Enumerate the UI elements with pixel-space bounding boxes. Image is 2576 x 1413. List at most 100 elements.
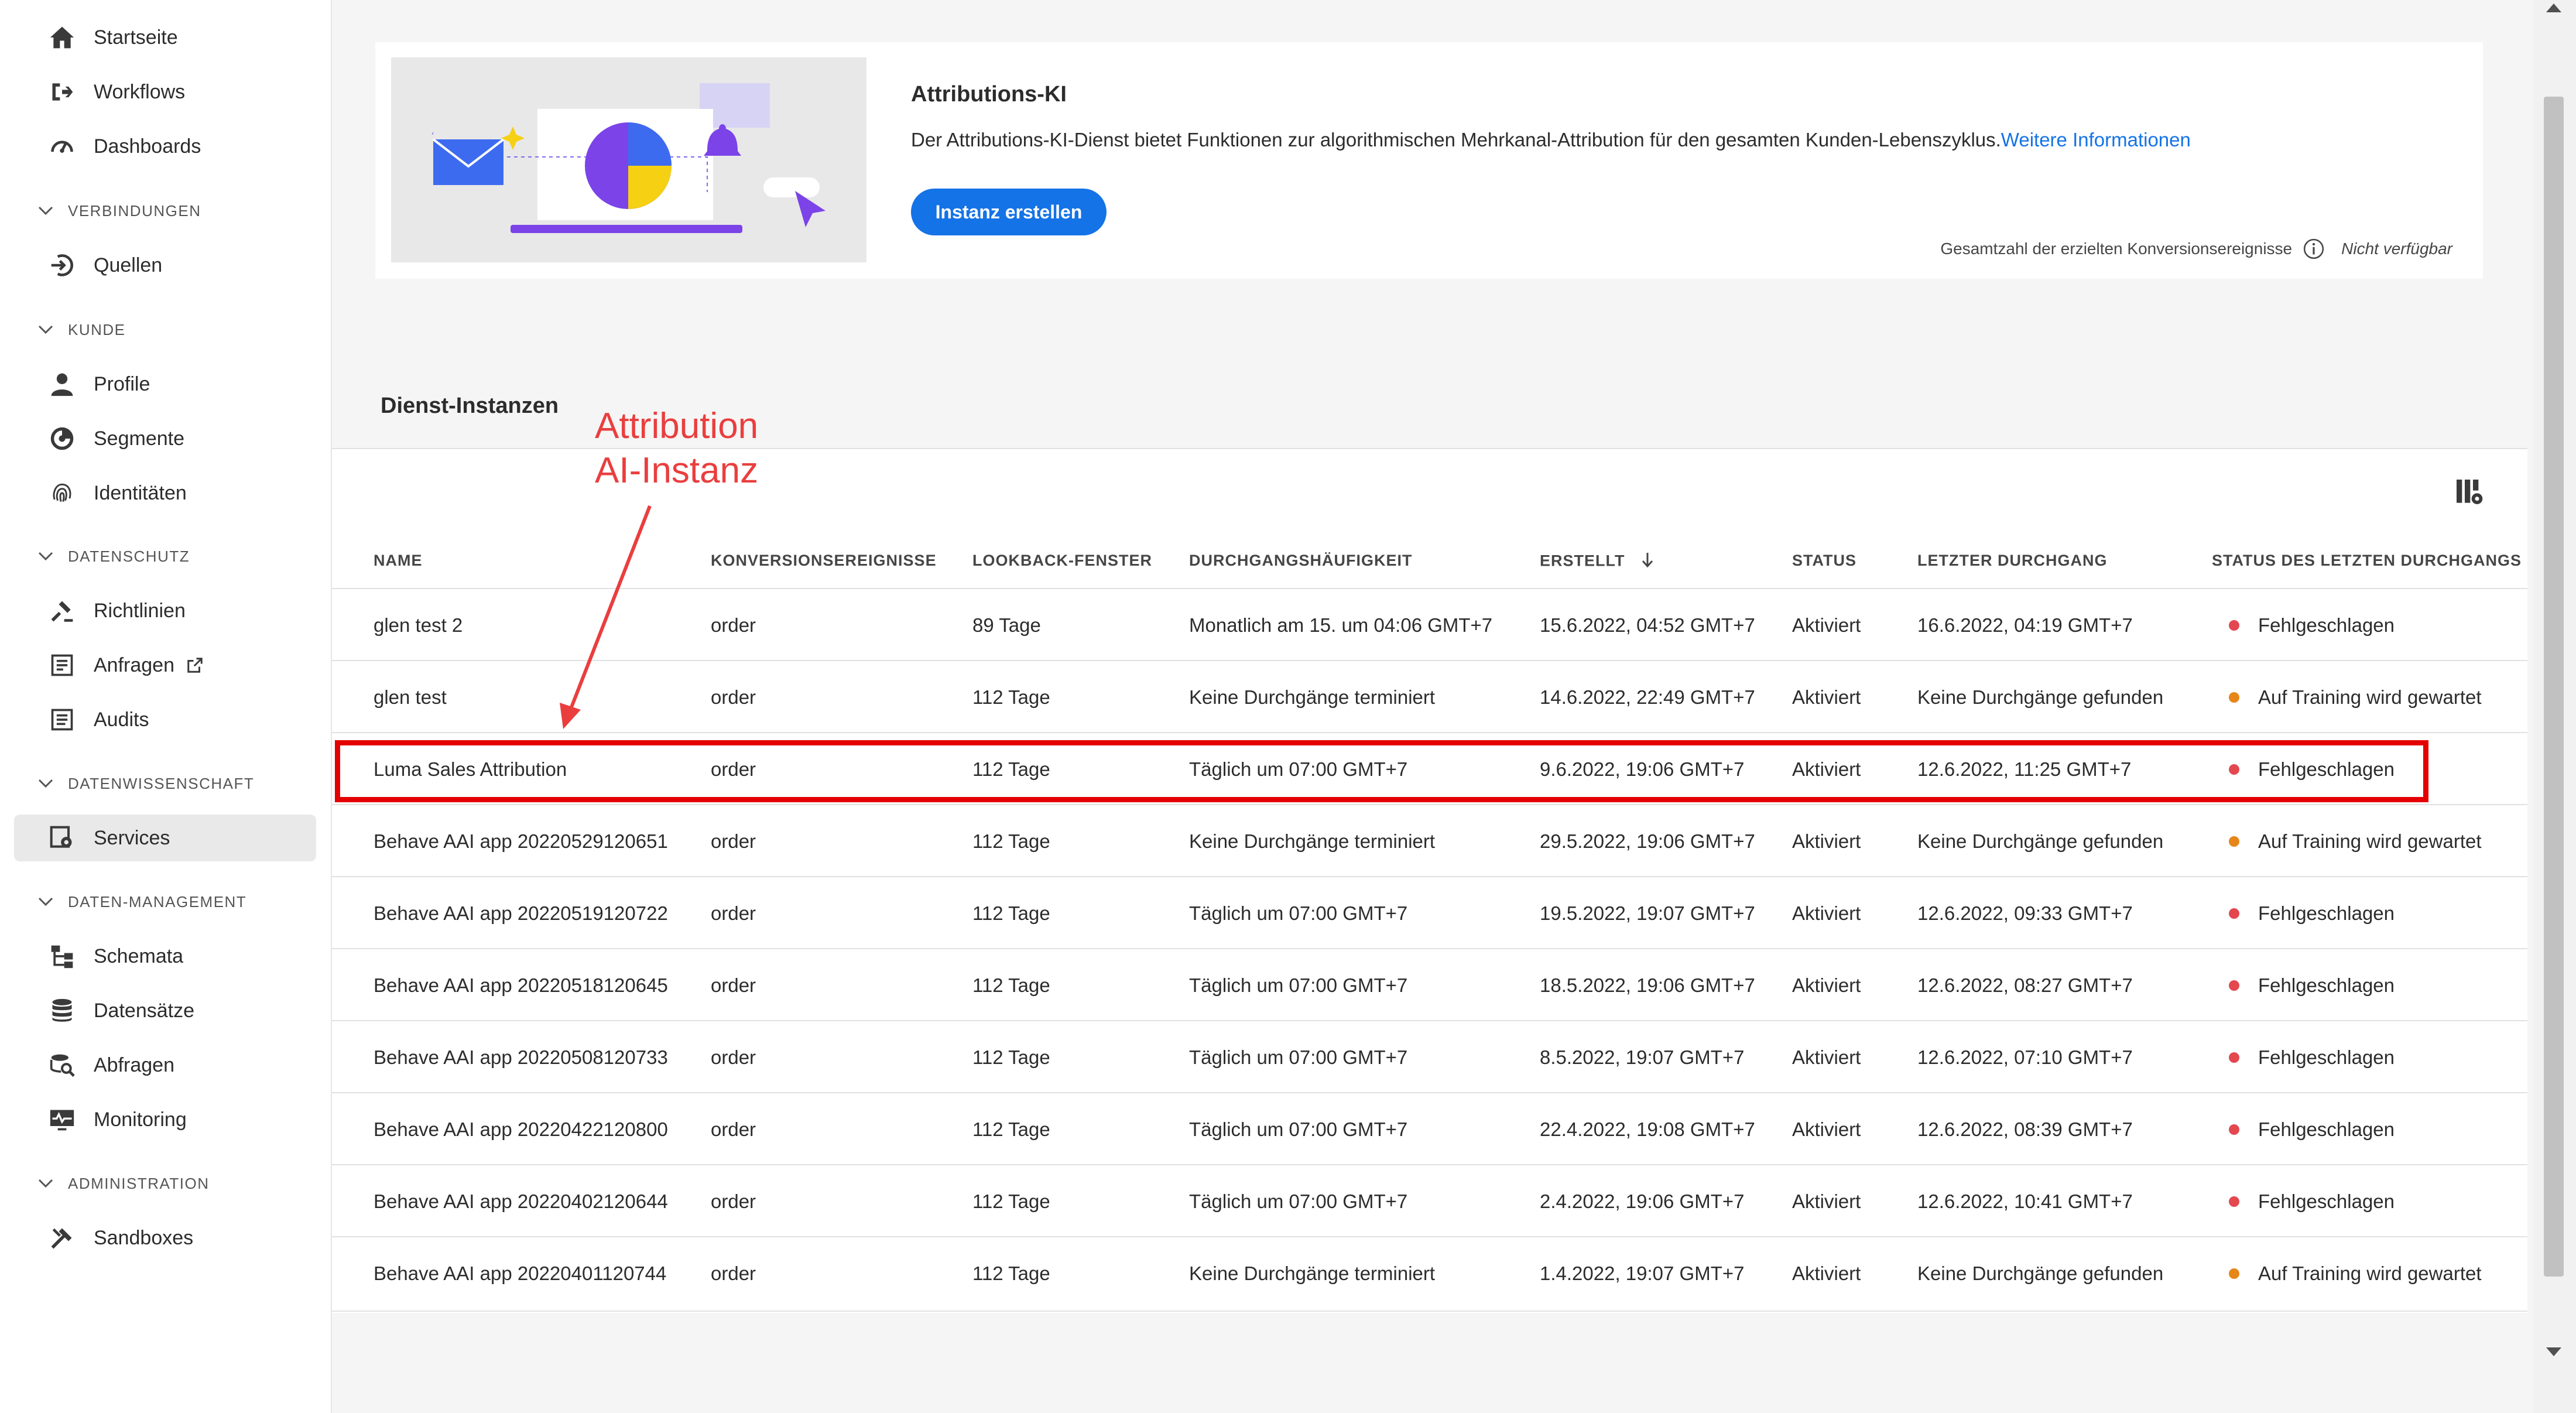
cell-lookback-text: 112 Tage <box>972 902 1050 924</box>
sidebar-item-schemata[interactable]: Schemata <box>14 933 316 980</box>
cell-created-text: 2.4.2022, 19:06 GMT+7 <box>1540 1190 1745 1212</box>
table-row[interactable]: Behave AAI app 20220529120651 order 112 Ta… <box>332 804 2527 877</box>
column-header-frequency[interactable]: DURCHGANGSHÄUFIGKEIT <box>1189 552 1413 570</box>
info-icon[interactable] <box>2303 238 2325 260</box>
table-row[interactable]: Behave AAI app 20220519120722 order 112 Ta… <box>332 876 2527 949</box>
column-header-last-run-status[interactable]: STATUS DES LETZTEN DURCHGANGS <box>2212 552 2522 570</box>
learn-more-link[interactable]: Weitere Informationen <box>2001 129 2191 150</box>
cell-name[interactable]: Behave AAI app 20220422120800 <box>374 1093 668 1165</box>
services-icon <box>47 823 77 853</box>
cell-last-run-status-text: Fehlgeschlagen <box>2258 1046 2395 1068</box>
sidebar-item-anfragen[interactable]: Anfragen <box>14 642 316 689</box>
chevron-down-icon <box>35 1173 56 1194</box>
cell-name-text: Behave AAI app 20220519120722 <box>374 902 668 924</box>
cell-frequency-text: Monatlich am 15. um 04:06 GMT+7 <box>1189 614 1493 636</box>
cell-name[interactable]: Behave AAI app 20220519120722 <box>374 877 668 949</box>
column-settings-icon[interactable] <box>2452 475 2485 508</box>
cell-name[interactable]: Behave AAI app 20220401120744 <box>374 1237 666 1309</box>
sidebar-item-label: Workflows <box>94 80 186 103</box>
column-header-last-run[interactable]: LETZTER DURCHGANG <box>1917 552 2107 570</box>
sidebar-item-dashboards[interactable]: Dashboards <box>14 123 316 170</box>
cell-created-text: 1.4.2022, 19:07 GMT+7 <box>1540 1262 1745 1284</box>
column-header-created[interactable]: ERSTELLT <box>1540 552 1654 572</box>
table-row[interactable]: Behave AAI app 20220508120733 order 112 Ta… <box>332 1020 2527 1093</box>
table-row[interactable]: Behave AAI app 20220402120644 order 112 Ta… <box>332 1164 2527 1237</box>
section-daten-management[interactable]: DATEN-MANAGEMENT <box>35 887 246 916</box>
chevron-down-icon <box>35 773 56 794</box>
cell-last-run-text: 12.6.2022, 08:27 GMT+7 <box>1917 974 2133 996</box>
section-datenschutz[interactable]: DATENSCHUTZ <box>35 542 190 571</box>
cell-last-run-status: Fehlgeschlagen <box>2229 949 2395 1021</box>
cell-last-run: 16.6.2022, 04:19 GMT+7 <box>1917 589 2133 661</box>
create-instance-button[interactable]: Instanz erstellen <box>911 189 1107 235</box>
table-row[interactable]: Behave AAI app 20220401120744 order 112 Ta… <box>332 1236 2527 1309</box>
table-row[interactable]: Behave AAI app 20220422120800 order 112 Ta… <box>332 1092 2527 1165</box>
cell-frequency: Keine Durchgänge terminiert <box>1189 1237 1435 1309</box>
sidebar-item-quellen[interactable]: Quellen <box>14 242 316 289</box>
cell-name[interactable]: Behave AAI app 20220518120645 <box>374 949 668 1021</box>
sidebar-item-identitaeten[interactable]: Identitäten <box>14 470 316 516</box>
status-dot-icon <box>2229 836 2239 847</box>
section-datenwissenschaft[interactable]: DATENWISSENSCHAFT <box>35 769 254 798</box>
table-row[interactable]: Behave AAI app 20220518120645 order 112 Ta… <box>332 948 2527 1021</box>
scrollbar[interactable] <box>2533 0 2576 1413</box>
cell-frequency-text: Täglich um 07:00 GMT+7 <box>1189 974 1408 996</box>
sidebar-item-label: Audits <box>94 708 149 731</box>
scroll-thumb[interactable] <box>2544 97 2564 1277</box>
sidebar-item-segmente[interactable]: Segmente <box>14 415 316 462</box>
sidebar-item-datensaetze[interactable]: Datensätze <box>14 987 316 1034</box>
cell-conversion-text: order <box>711 830 756 852</box>
cell-frequency: Keine Durchgänge terminiert <box>1189 661 1435 733</box>
sidebar-item-label: Startseite <box>94 26 178 49</box>
status-dot-icon <box>2229 1052 2239 1063</box>
cell-last-run-text: 16.6.2022, 04:19 GMT+7 <box>1917 614 2133 636</box>
section-administration[interactable]: ADMINISTRATION <box>35 1169 210 1198</box>
sidebar-item-label: Richtlinien <box>94 599 186 622</box>
sidebar-item-audits[interactable]: Audits <box>14 696 316 743</box>
cell-name[interactable]: glen test 2 <box>374 589 463 661</box>
sidebar-item-profile[interactable]: Profile <box>14 361 316 408</box>
cell-last-run-text: 12.6.2022, 09:33 GMT+7 <box>1917 902 2133 924</box>
cell-name[interactable]: Behave AAI app 20220529120651 <box>374 805 668 877</box>
cell-created-text: 19.5.2022, 19:07 GMT+7 <box>1540 902 1755 924</box>
column-header-label: ERSTELLT <box>1540 552 1625 570</box>
cell-status: Aktiviert <box>1792 1237 1861 1309</box>
column-header-name[interactable]: NAME <box>374 552 423 570</box>
cell-created: 29.5.2022, 19:06 GMT+7 <box>1540 805 1755 877</box>
sidebar-item-label: Identitäten <box>94 481 187 504</box>
cell-name-text: Behave AAI app 20220529120651 <box>374 830 668 852</box>
sidebar-item-workflows[interactable]: Workflows <box>14 69 316 115</box>
cell-created: 22.4.2022, 19:08 GMT+7 <box>1540 1093 1755 1165</box>
cell-created: 8.5.2022, 19:07 GMT+7 <box>1540 1021 1744 1093</box>
cell-last-run: 12.6.2022, 10:41 GMT+7 <box>1917 1165 2133 1237</box>
cell-created-text: 18.5.2022, 19:06 GMT+7 <box>1540 974 1755 996</box>
table-row[interactable]: glen test 2 order 89 Tage Monatlich am 15. … <box>332 588 2527 661</box>
cell-conversion: order <box>711 949 756 1021</box>
cell-last-run-status: Fehlgeschlagen <box>2229 589 2395 661</box>
table-row[interactable]: glen test order 112 Tage Keine Durchgänge t… <box>332 660 2527 733</box>
sidebar-item-services[interactable]: Services <box>14 815 316 861</box>
cell-name[interactable]: glen test <box>374 661 447 733</box>
cell-last-run: Keine Durchgänge gefunden <box>1917 1237 2163 1309</box>
scroll-up-icon[interactable] <box>2546 4 2561 12</box>
sidebar-item-abfragen[interactable]: Abfragen <box>14 1042 316 1089</box>
cell-last-run: 12.6.2022, 08:39 GMT+7 <box>1917 1093 2133 1165</box>
cell-frequency-text: Keine Durchgänge terminiert <box>1189 1262 1436 1284</box>
section-verbindungen[interactable]: VERBINDUNGEN <box>35 196 201 225</box>
scroll-down-icon[interactable] <box>2546 1347 2561 1356</box>
sidebar-item-label: Anfragen <box>94 654 174 676</box>
service-title: Attributions-KI <box>911 82 1067 107</box>
status-dot-icon <box>2229 1124 2239 1135</box>
sidebar-item-startseite[interactable]: Startseite <box>14 14 316 61</box>
column-header-status[interactable]: STATUS <box>1792 552 1856 570</box>
cell-frequency: Täglich um 07:00 GMT+7 <box>1189 1093 1407 1165</box>
sidebar-item-sandboxes[interactable]: Sandboxes <box>14 1214 316 1261</box>
column-header-conversion[interactable]: KONVERSIONSEREIGNISSE <box>711 552 937 570</box>
sidebar-item-richtlinien[interactable]: Richtlinien <box>14 587 316 634</box>
column-header-lookback[interactable]: LOOKBACK-FENSTER <box>972 552 1152 570</box>
section-kunde[interactable]: KUNDE <box>35 315 126 344</box>
cell-name[interactable]: Behave AAI app 20220402120644 <box>374 1165 668 1237</box>
sidebar-item-monitoring[interactable]: Monitoring <box>14 1096 316 1143</box>
cell-frequency-text: Täglich um 07:00 GMT+7 <box>1189 902 1408 924</box>
cell-name[interactable]: Behave AAI app 20220508120733 <box>374 1021 668 1093</box>
